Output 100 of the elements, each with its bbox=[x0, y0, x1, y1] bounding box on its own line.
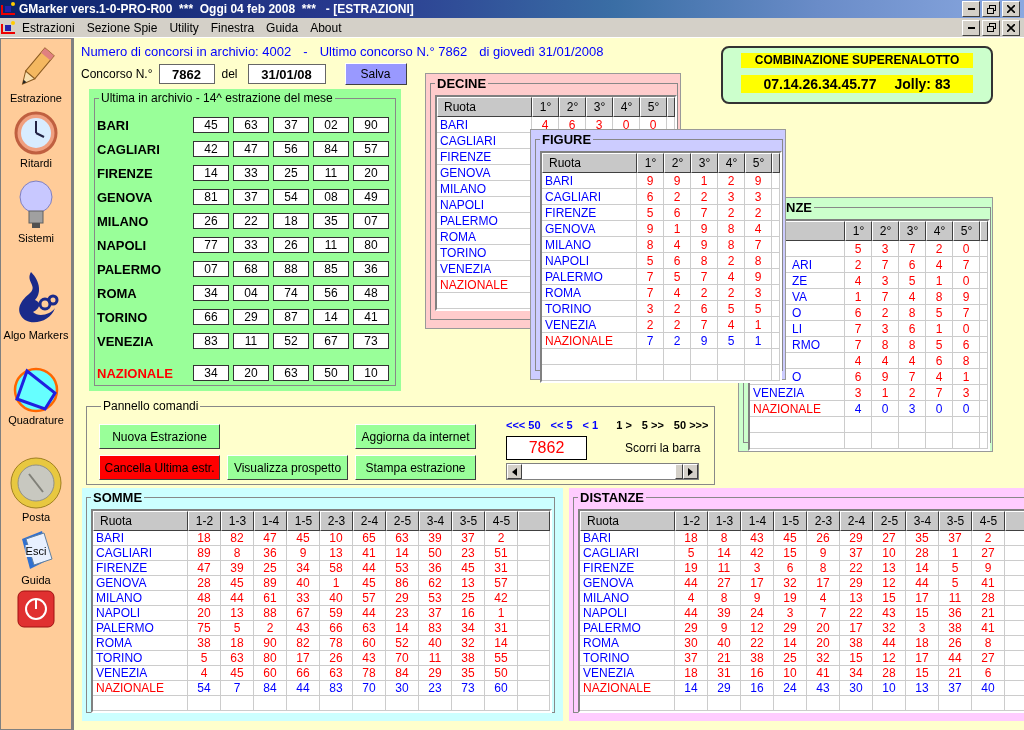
empty-cell bbox=[675, 696, 708, 711]
number-box: 87 bbox=[273, 309, 309, 325]
table-cell: 12 bbox=[873, 576, 906, 591]
date-field[interactable]: 31/01/08 bbox=[247, 64, 326, 84]
sidebar-item[interactable]: Esci Guida bbox=[16, 529, 56, 586]
minimize-button[interactable] bbox=[962, 1, 980, 17]
sidebar-label: Ritardi bbox=[20, 157, 52, 169]
table-cell: 11 bbox=[419, 651, 452, 666]
empty-cell bbox=[906, 696, 939, 711]
table-cell: 57 bbox=[353, 591, 386, 606]
table-cell: 1 bbox=[926, 273, 953, 289]
column-header: 2-4 bbox=[353, 511, 386, 531]
table-cell: 3 bbox=[745, 189, 772, 205]
menu-item[interactable]: Sezione Spie bbox=[80, 20, 164, 35]
table-cell: 23 bbox=[452, 546, 485, 561]
minimize-button[interactable] bbox=[962, 19, 980, 36]
column-header: 4° bbox=[926, 221, 953, 241]
table-cell: 90 bbox=[254, 636, 287, 651]
table-cell: 11 bbox=[939, 591, 972, 606]
close-button[interactable] bbox=[1002, 19, 1020, 36]
nav-link[interactable]: << 5 bbox=[550, 419, 573, 431]
row-name-cell: VENEZIA bbox=[542, 317, 637, 333]
table-cell: 0 bbox=[872, 401, 899, 417]
sidebar-item[interactable]: Algo Markers bbox=[3, 268, 69, 341]
nav-link[interactable]: <<< 50 bbox=[506, 419, 541, 431]
command-button[interactable]: Stampa estrazione bbox=[355, 455, 476, 480]
table-cell: 63 bbox=[221, 651, 254, 666]
scroll-bar[interactable] bbox=[506, 463, 699, 480]
scroll-left-button[interactable] bbox=[507, 464, 522, 479]
table-cell: 73 bbox=[452, 681, 485, 696]
table-cell: 34 bbox=[287, 561, 320, 576]
close-button[interactable] bbox=[1002, 1, 1020, 17]
table-cell: 37 bbox=[419, 606, 452, 621]
sidebar-item[interactable]: Posta bbox=[9, 456, 63, 523]
table-cell: 43 bbox=[287, 621, 320, 636]
wheel-name: TORINO bbox=[97, 309, 149, 325]
table-cell: 44 bbox=[675, 606, 708, 621]
column-header: 1-5 bbox=[287, 511, 320, 531]
column-header: 1-3 bbox=[221, 511, 254, 531]
scroll-right-button[interactable] bbox=[683, 464, 698, 479]
table-cell: 42 bbox=[741, 546, 774, 561]
table-cell: 5 bbox=[637, 253, 664, 269]
sidebar-item[interactable]: Estrazione bbox=[10, 45, 62, 104]
number-box: 83 bbox=[193, 333, 229, 349]
table-cell: 7 bbox=[953, 257, 980, 273]
table-cell: 14 bbox=[675, 681, 708, 696]
table-cell: 88 bbox=[254, 606, 287, 621]
table-cell: 5 bbox=[926, 305, 953, 321]
column-header: 2-4 bbox=[840, 511, 873, 531]
table-cell: 35 bbox=[452, 666, 485, 681]
table-cell: 22 bbox=[741, 636, 774, 651]
nav-link[interactable]: 5 >> bbox=[641, 419, 664, 431]
sidebar-item[interactable]: Quadrature bbox=[8, 367, 64, 426]
table-cell: 7 bbox=[845, 337, 872, 353]
table-cell: 2 bbox=[718, 173, 745, 189]
empty-cell bbox=[872, 433, 899, 449]
sidebar-item[interactable]: Ritardi bbox=[13, 110, 59, 169]
sidebar-item[interactable]: Sistemi bbox=[16, 179, 56, 244]
restore-button[interactable] bbox=[982, 1, 1000, 17]
menu-item[interactable]: About bbox=[304, 20, 348, 35]
table-cell: 2 bbox=[745, 205, 772, 221]
number-box: 66 bbox=[193, 309, 229, 325]
table-cell: 32 bbox=[774, 576, 807, 591]
save-button[interactable]: Salva bbox=[344, 63, 407, 85]
menu-item[interactable]: Guida bbox=[260, 20, 305, 35]
table-cell: 2 bbox=[691, 285, 718, 301]
table-cell: 8 bbox=[972, 636, 1005, 651]
nav-link[interactable]: < 1 bbox=[582, 419, 599, 431]
nav-link[interactable]: 1 > bbox=[616, 419, 632, 431]
menu-item[interactable]: Utility bbox=[163, 20, 205, 35]
column-header: 3-5 bbox=[452, 511, 485, 531]
command-button[interactable]: Aggiorna da internet bbox=[355, 424, 476, 449]
number-box: 14 bbox=[193, 165, 229, 181]
table-cell: 24 bbox=[741, 606, 774, 621]
table-cell: 8 bbox=[807, 561, 840, 576]
column-header: 4-5 bbox=[485, 511, 518, 531]
scroll-thumb[interactable] bbox=[675, 464, 683, 479]
number-box: 07 bbox=[353, 213, 389, 229]
row-name-cell: GENOVA bbox=[542, 221, 637, 237]
table-cell: 31 bbox=[485, 561, 518, 576]
command-button[interactable]: Visualizza prospetto bbox=[227, 455, 348, 480]
table-cell: 55 bbox=[485, 651, 518, 666]
menu-item[interactable]: Estrazioni bbox=[16, 20, 81, 35]
table-cell: 4 bbox=[664, 285, 691, 301]
sidebar-item[interactable] bbox=[17, 590, 55, 628]
nav-link[interactable]: 50 >>> bbox=[673, 419, 709, 431]
draw-number-field[interactable]: 7862 bbox=[158, 64, 215, 84]
column-header: 5° bbox=[640, 97, 667, 117]
command-button[interactable]: Nuova Estrazione bbox=[99, 424, 220, 449]
command-button[interactable]: Cancella Ultima estr. bbox=[99, 455, 220, 480]
table-cell: 9 bbox=[953, 289, 980, 305]
table-cell: 5 bbox=[926, 337, 953, 353]
column-header: Ruota bbox=[580, 511, 675, 531]
number-box: 45 bbox=[193, 117, 229, 133]
table-cell: 29 bbox=[675, 621, 708, 636]
table-cell: 38 bbox=[188, 636, 221, 651]
menu-item[interactable]: Finestra bbox=[204, 20, 261, 35]
restore-button[interactable] bbox=[982, 19, 1000, 36]
table-cell: 9 bbox=[637, 221, 664, 237]
superenalotto-title: COMBINAZIONE SUPERENALOTTO bbox=[741, 53, 973, 68]
